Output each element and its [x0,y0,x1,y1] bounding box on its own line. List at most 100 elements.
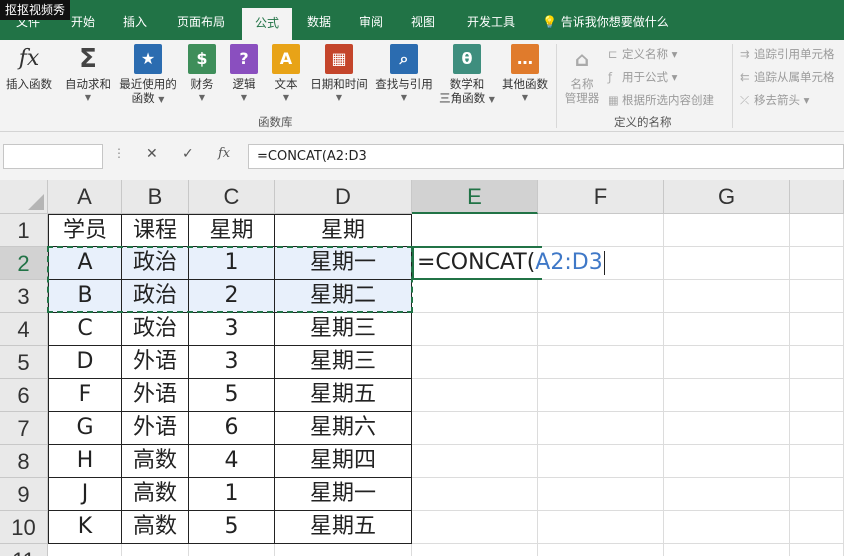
row-header-1[interactable]: 1 [0,214,48,247]
tab-formulas[interactable]: 公式 [242,8,292,40]
cell[interactable] [538,478,664,511]
cell[interactable] [790,379,844,412]
cell[interactable] [412,313,538,346]
table-cell[interactable]: 星期三 [275,346,412,379]
table-cell[interactable]: 高数 [122,478,189,511]
cell[interactable] [538,412,664,445]
cell[interactable] [412,478,538,511]
lookup-button[interactable]: ⌕ 查找与引用 ▼ [372,44,436,105]
cell[interactable] [664,280,790,313]
more-functions-button[interactable]: … 其他函数 ▼ [498,44,552,105]
cell[interactable] [538,379,664,412]
row-header-11[interactable]: 11 [0,544,48,556]
table-cell[interactable]: 外语 [122,346,189,379]
cell[interactable] [412,511,538,544]
table-cell[interactable]: 5 [189,511,275,544]
trace-dependents-button[interactable]: ⇇ 追踪从属单元格 [740,69,835,85]
cell[interactable] [790,511,844,544]
tell-me-search[interactable]: 💡 告诉我你想要做什么 [542,9,669,35]
logical-button[interactable]: ? 逻辑 ▼ [226,44,262,105]
column-header-d[interactable]: D [275,180,412,214]
editing-cell-e2[interactable]: =CONCAT(A2:D3 [412,246,605,280]
cell[interactable] [412,280,538,313]
cell[interactable] [664,214,790,247]
cell[interactable] [790,280,844,313]
table-cell[interactable]: 4 [189,445,275,478]
math-trig-button[interactable]: θ 数学和 三角函数 ▼ [438,44,496,107]
table-cell[interactable]: 星期三 [275,313,412,346]
table-cell[interactable]: 星期二 [275,280,412,313]
cell[interactable] [412,214,538,247]
cell[interactable] [538,346,664,379]
table-cell[interactable]: A [48,247,122,280]
name-box[interactable] [3,144,103,169]
row-header-2[interactable]: 2 [0,247,48,280]
select-all-button[interactable] [0,180,48,214]
row-header-4[interactable]: 4 [0,313,48,346]
cell[interactable] [790,445,844,478]
row-header-10[interactable]: 10 [0,511,48,544]
table-cell[interactable]: 外语 [122,379,189,412]
cell[interactable] [189,544,275,556]
insert-function-button[interactable]: fx 插入函数 [2,44,56,92]
table-cell[interactable]: 星期一 [275,247,412,280]
cell[interactable] [664,544,790,556]
cell[interactable] [412,412,538,445]
table-cell[interactable]: 3 [189,346,275,379]
financial-button[interactable]: $ 财务 ▼ [184,44,220,105]
create-from-selection-button[interactable]: ▦ 根据所选内容创建 [608,92,714,108]
cell[interactable] [538,214,664,247]
tab-insert[interactable]: 插入 [114,9,156,37]
cell[interactable] [790,247,844,280]
use-in-formula-button[interactable]: ƒ 用于公式 ▾ [608,69,677,85]
table-cell[interactable]: G [48,412,122,445]
autosum-button[interactable]: Σ 自动求和 ▼ [62,44,114,105]
cell[interactable] [790,412,844,445]
table-cell[interactable]: 高数 [122,511,189,544]
row-header-3[interactable]: 3 [0,280,48,313]
table-cell[interactable]: 学员 [48,214,122,247]
row-header-9[interactable]: 9 [0,478,48,511]
table-cell[interactable]: 星期四 [275,445,412,478]
column-header-a[interactable]: A [48,180,122,214]
cell[interactable] [664,379,790,412]
table-cell[interactable]: H [48,445,122,478]
name-manager-button[interactable]: ⌂ 名称 管理器 [560,44,604,105]
cell[interactable] [664,478,790,511]
table-cell[interactable]: 星期五 [275,511,412,544]
column-header-e[interactable]: E [412,180,538,214]
cell[interactable] [664,313,790,346]
cell[interactable] [790,478,844,511]
datetime-button[interactable]: ▦ 日期和时间 ▼ [308,44,370,105]
table-cell[interactable]: 3 [189,313,275,346]
formula-input[interactable]: =CONCAT(A2:D3 [248,144,844,169]
worksheet-grid[interactable]: ABCDEFG1234567891011学员课程星期星期A政治1星期一B政治2星… [0,180,844,556]
cell[interactable] [790,544,844,556]
cell[interactable] [790,313,844,346]
text-button[interactable]: A 文本 ▼ [268,44,304,105]
tab-developer[interactable]: 开发工具 [458,9,524,37]
table-cell[interactable]: 高数 [122,445,189,478]
cell[interactable] [48,544,122,556]
cell[interactable] [275,544,412,556]
table-cell[interactable]: K [48,511,122,544]
cell[interactable] [412,445,538,478]
row-header-8[interactable]: 8 [0,445,48,478]
table-cell[interactable]: 课程 [122,214,189,247]
cell[interactable] [664,445,790,478]
cancel-icon[interactable]: ✕ [146,146,158,162]
cell[interactable] [664,346,790,379]
table-cell[interactable]: 星期 [275,214,412,247]
table-cell[interactable]: 1 [189,247,275,280]
cell[interactable] [412,379,538,412]
insert-function-icon[interactable]: fx [218,146,230,161]
cell[interactable] [664,247,790,280]
tab-review[interactable]: 审阅 [350,9,392,37]
column-header-b[interactable]: B [122,180,189,214]
table-cell[interactable]: 2 [189,280,275,313]
tab-view[interactable]: 视图 [402,9,444,37]
table-cell[interactable]: B [48,280,122,313]
remove-arrows-button[interactable]: ⤫ 移去箭头 ▾ [740,92,809,108]
table-cell[interactable]: 星期五 [275,379,412,412]
table-cell[interactable]: 外语 [122,412,189,445]
